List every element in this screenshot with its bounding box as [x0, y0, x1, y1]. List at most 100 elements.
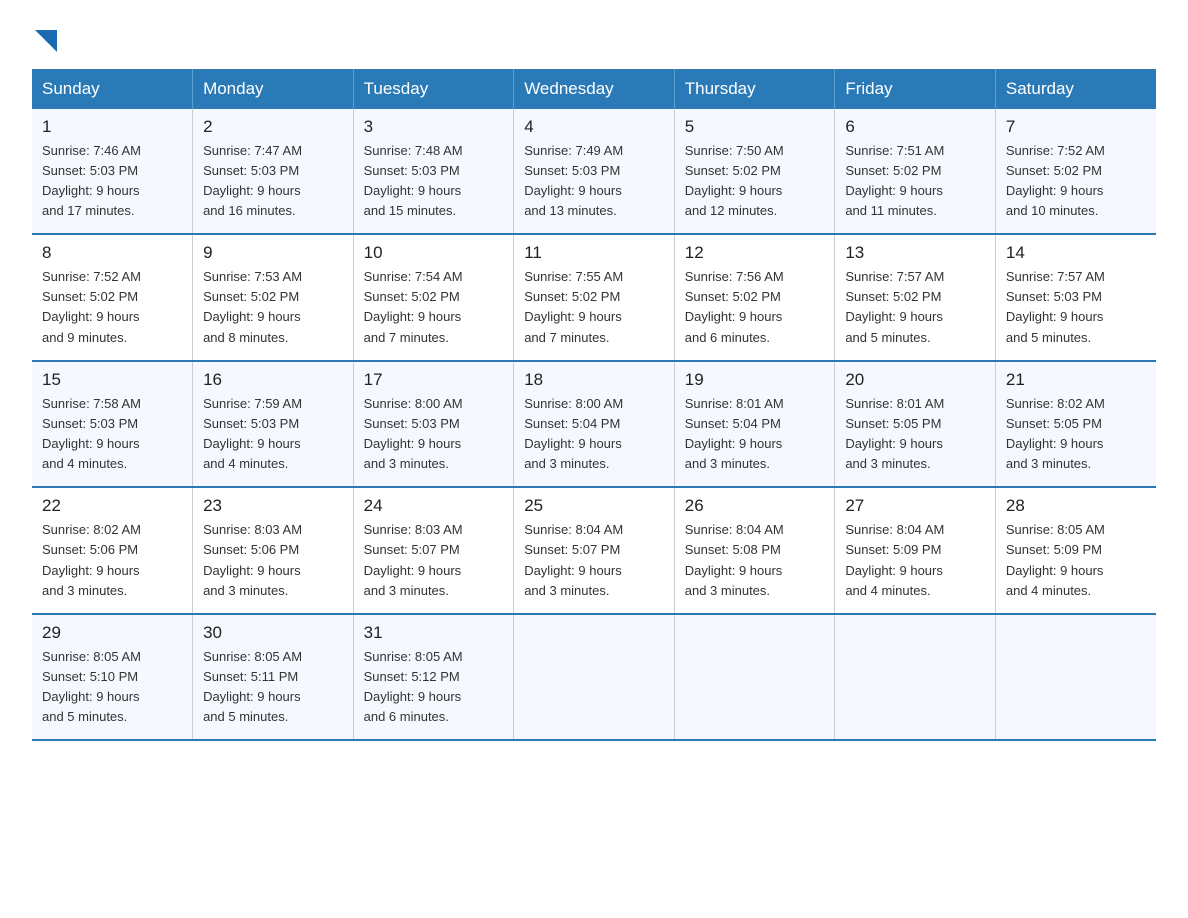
day-info: Sunrise: 8:04 AMSunset: 5:08 PMDaylight:… [685, 522, 784, 597]
day-number: 13 [845, 243, 985, 263]
calendar-cell: 9 Sunrise: 7:53 AMSunset: 5:02 PMDaylight… [193, 234, 354, 361]
weekday-header-wednesday: Wednesday [514, 69, 675, 109]
day-number: 29 [42, 623, 182, 643]
calendar-cell [995, 614, 1156, 741]
calendar-cell: 23 Sunrise: 8:03 AMSunset: 5:06 PMDayligh… [193, 487, 354, 614]
day-info: Sunrise: 8:05 AMSunset: 5:09 PMDaylight:… [1006, 522, 1105, 597]
day-number: 24 [364, 496, 504, 516]
calendar-cell: 16 Sunrise: 7:59 AMSunset: 5:03 PMDayligh… [193, 361, 354, 488]
day-info: Sunrise: 7:53 AMSunset: 5:02 PMDaylight:… [203, 269, 302, 344]
calendar-cell: 3 Sunrise: 7:48 AMSunset: 5:03 PMDaylight… [353, 109, 514, 235]
day-number: 27 [845, 496, 985, 516]
calendar-cell: 4 Sunrise: 7:49 AMSunset: 5:03 PMDaylight… [514, 109, 675, 235]
calendar-cell: 28 Sunrise: 8:05 AMSunset: 5:09 PMDayligh… [995, 487, 1156, 614]
day-info: Sunrise: 7:52 AMSunset: 5:02 PMDaylight:… [42, 269, 141, 344]
day-info: Sunrise: 8:01 AMSunset: 5:05 PMDaylight:… [845, 396, 944, 471]
day-info: Sunrise: 8:00 AMSunset: 5:03 PMDaylight:… [364, 396, 463, 471]
day-number: 19 [685, 370, 825, 390]
calendar-week-1: 1 Sunrise: 7:46 AMSunset: 5:03 PMDaylight… [32, 109, 1156, 235]
calendar-week-3: 15 Sunrise: 7:58 AMSunset: 5:03 PMDayligh… [32, 361, 1156, 488]
day-info: Sunrise: 7:56 AMSunset: 5:02 PMDaylight:… [685, 269, 784, 344]
calendar-cell: 7Sunrise: 7:52 AMSunset: 5:02 PMDaylight… [995, 109, 1156, 235]
day-info: Sunrise: 7:50 AMSunset: 5:02 PMDaylight:… [685, 143, 784, 218]
day-number: 1 [42, 117, 182, 137]
day-number: 28 [1006, 496, 1146, 516]
calendar-cell: 15 Sunrise: 7:58 AMSunset: 5:03 PMDayligh… [32, 361, 193, 488]
calendar-cell: 26 Sunrise: 8:04 AMSunset: 5:08 PMDayligh… [674, 487, 835, 614]
calendar-cell: 5 Sunrise: 7:50 AMSunset: 5:02 PMDaylight… [674, 109, 835, 235]
calendar-table: SundayMondayTuesdayWednesdayThursdayFrid… [32, 69, 1156, 742]
calendar-cell: 30Sunrise: 8:05 AMSunset: 5:11 PMDayligh… [193, 614, 354, 741]
day-info: Sunrise: 8:05 AMSunset: 5:11 PMDaylight:… [203, 649, 302, 724]
day-number: 12 [685, 243, 825, 263]
calendar-cell: 8 Sunrise: 7:52 AMSunset: 5:02 PMDaylight… [32, 234, 193, 361]
day-info: Sunrise: 8:04 AMSunset: 5:09 PMDaylight:… [845, 522, 944, 597]
day-number: 17 [364, 370, 504, 390]
calendar-cell: 24 Sunrise: 8:03 AMSunset: 5:07 PMDayligh… [353, 487, 514, 614]
calendar-cell: 25 Sunrise: 8:04 AMSunset: 5:07 PMDayligh… [514, 487, 675, 614]
day-number: 15 [42, 370, 182, 390]
day-number: 4 [524, 117, 664, 137]
day-info: Sunrise: 8:05 AMSunset: 5:12 PMDaylight:… [364, 649, 463, 724]
calendar-week-4: 22 Sunrise: 8:02 AMSunset: 5:06 PMDayligh… [32, 487, 1156, 614]
day-info: Sunrise: 7:54 AMSunset: 5:02 PMDaylight:… [364, 269, 463, 344]
day-number: 6 [845, 117, 985, 137]
day-info: Sunrise: 8:04 AMSunset: 5:07 PMDaylight:… [524, 522, 623, 597]
day-number: 26 [685, 496, 825, 516]
day-number: 31 [364, 623, 504, 643]
calendar-cell [674, 614, 835, 741]
calendar-cell: 2Sunrise: 7:47 AMSunset: 5:03 PMDaylight… [193, 109, 354, 235]
day-number: 16 [203, 370, 343, 390]
weekday-header-thursday: Thursday [674, 69, 835, 109]
calendar-cell: 22 Sunrise: 8:02 AMSunset: 5:06 PMDayligh… [32, 487, 193, 614]
day-info: Sunrise: 8:02 AMSunset: 5:05 PMDaylight:… [1006, 396, 1105, 471]
day-number: 25 [524, 496, 664, 516]
day-info: Sunrise: 8:03 AMSunset: 5:07 PMDaylight:… [364, 522, 463, 597]
calendar-cell: 14Sunrise: 7:57 AMSunset: 5:03 PMDayligh… [995, 234, 1156, 361]
day-info: Sunrise: 7:49 AMSunset: 5:03 PMDaylight:… [524, 143, 623, 218]
day-info: Sunrise: 7:59 AMSunset: 5:03 PMDaylight:… [203, 396, 302, 471]
day-number: 11 [524, 243, 664, 263]
calendar-cell: 6Sunrise: 7:51 AMSunset: 5:02 PMDaylight… [835, 109, 996, 235]
day-number: 5 [685, 117, 825, 137]
day-info: Sunrise: 7:47 AMSunset: 5:03 PMDaylight:… [203, 143, 302, 218]
weekday-header-friday: Friday [835, 69, 996, 109]
calendar-cell: 17 Sunrise: 8:00 AMSunset: 5:03 PMDayligh… [353, 361, 514, 488]
day-number: 8 [42, 243, 182, 263]
calendar-cell: 31 Sunrise: 8:05 AMSunset: 5:12 PMDayligh… [353, 614, 514, 741]
calendar-cell: 11 Sunrise: 7:55 AMSunset: 5:02 PMDayligh… [514, 234, 675, 361]
calendar-cell [514, 614, 675, 741]
day-info: Sunrise: 8:03 AMSunset: 5:06 PMDaylight:… [203, 522, 302, 597]
logo-triangle-icon [35, 30, 57, 52]
calendar-cell: 27 Sunrise: 8:04 AMSunset: 5:09 PMDayligh… [835, 487, 996, 614]
calendar-cell: 20 Sunrise: 8:01 AMSunset: 5:05 PMDayligh… [835, 361, 996, 488]
day-info: Sunrise: 7:58 AMSunset: 5:03 PMDaylight:… [42, 396, 141, 471]
calendar-cell [835, 614, 996, 741]
day-number: 23 [203, 496, 343, 516]
weekday-header-monday: Monday [193, 69, 354, 109]
day-info: Sunrise: 7:52 AMSunset: 5:02 PMDaylight:… [1006, 143, 1105, 218]
calendar-cell: 10 Sunrise: 7:54 AMSunset: 5:02 PMDayligh… [353, 234, 514, 361]
day-number: 10 [364, 243, 504, 263]
calendar-week-2: 8 Sunrise: 7:52 AMSunset: 5:02 PMDaylight… [32, 234, 1156, 361]
page-header [32, 24, 1156, 57]
calendar-cell: 13 Sunrise: 7:57 AMSunset: 5:02 PMDayligh… [835, 234, 996, 361]
calendar-cell: 21 Sunrise: 8:02 AMSunset: 5:05 PMDayligh… [995, 361, 1156, 488]
weekday-header-tuesday: Tuesday [353, 69, 514, 109]
day-info: Sunrise: 7:57 AMSunset: 5:02 PMDaylight:… [845, 269, 944, 344]
day-number: 22 [42, 496, 182, 516]
day-number: 9 [203, 243, 343, 263]
day-info: Sunrise: 8:02 AMSunset: 5:06 PMDaylight:… [42, 522, 141, 597]
day-info: Sunrise: 7:46 AMSunset: 5:03 PMDaylight:… [42, 143, 141, 218]
day-number: 3 [364, 117, 504, 137]
day-number: 21 [1006, 370, 1146, 390]
calendar-cell: 1 Sunrise: 7:46 AMSunset: 5:03 PMDaylight… [32, 109, 193, 235]
day-number: 20 [845, 370, 985, 390]
day-info: Sunrise: 7:55 AMSunset: 5:02 PMDaylight:… [524, 269, 623, 344]
day-number: 14 [1006, 243, 1146, 263]
weekday-header-sunday: Sunday [32, 69, 193, 109]
day-info: Sunrise: 7:48 AMSunset: 5:03 PMDaylight:… [364, 143, 463, 218]
weekday-header-saturday: Saturday [995, 69, 1156, 109]
calendar-cell: 12 Sunrise: 7:56 AMSunset: 5:02 PMDayligh… [674, 234, 835, 361]
day-number: 18 [524, 370, 664, 390]
